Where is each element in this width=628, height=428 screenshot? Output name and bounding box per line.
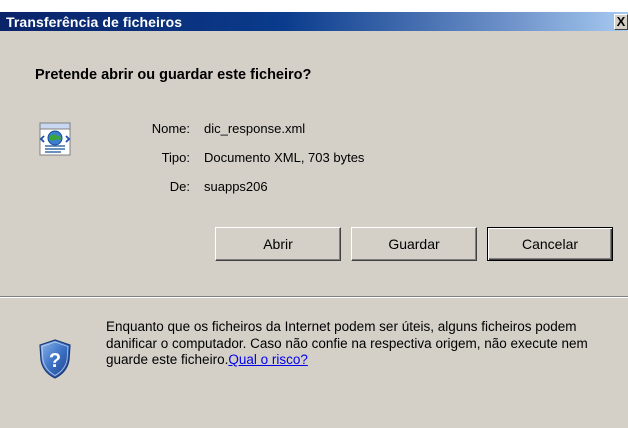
info-value-from: suapps206 bbox=[204, 179, 268, 194]
shield-question-icon: ? bbox=[39, 339, 71, 379]
xml-document-icon bbox=[39, 122, 71, 156]
risk-link[interactable]: Qual o risco? bbox=[228, 352, 308, 367]
title-bar-top-strip bbox=[0, 0, 628, 12]
title-bar[interactable]: Transferência de ficheiros X bbox=[0, 0, 628, 31]
cancel-button[interactable]: Cancelar bbox=[487, 227, 613, 261]
svg-text:?: ? bbox=[49, 350, 61, 372]
info-value-type: Documento XML, 703 bytes bbox=[204, 150, 365, 165]
info-label-name: Nome: bbox=[151, 121, 190, 136]
warning-text: Enquanto que os ficheiros da Internet po… bbox=[106, 319, 588, 367]
separator bbox=[0, 296, 628, 298]
info-label-from: De: bbox=[169, 179, 190, 194]
info-label-type: Tipo: bbox=[161, 150, 190, 165]
dialog-question: Pretende abrir ou guardar este ficheiro? bbox=[35, 67, 312, 83]
save-button[interactable]: Guardar bbox=[351, 227, 477, 261]
close-button[interactable]: X bbox=[614, 14, 628, 30]
info-value-name: dic_response.xml bbox=[204, 121, 306, 136]
warning-message: Enquanto que os ficheiros da Internet po… bbox=[106, 319, 606, 369]
open-button[interactable]: Abrir bbox=[215, 227, 341, 261]
window-title: Transferência de ficheiros bbox=[6, 14, 183, 30]
